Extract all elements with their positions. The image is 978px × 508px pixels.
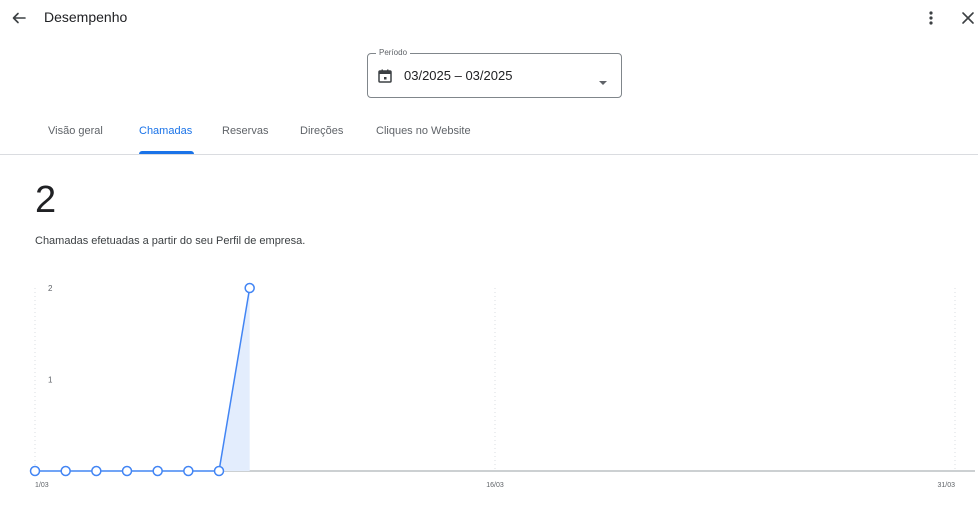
data-point [152, 465, 163, 477]
y-tick-label: 1 [48, 376, 53, 385]
top-bar: Desempenho [0, 0, 978, 36]
data-point [60, 465, 71, 477]
page-title: Desempenho [44, 9, 128, 25]
data-point [244, 282, 255, 294]
tab-calls[interactable]: Chamadas [139, 125, 192, 137]
period-value: 03/2025 – 03/2025 [404, 68, 513, 83]
y-tick-label: 2 [48, 284, 53, 293]
period-label: Período [376, 48, 411, 58]
close-icon[interactable] [958, 8, 978, 28]
metric-value: 2 [35, 179, 57, 221]
tab-bar: Visão geral Chamadas Reservas Direções C… [0, 118, 978, 155]
calendar-icon [377, 68, 393, 84]
calls-line-chart: 1 2 1/03 16/03 31/03 [29, 282, 975, 489]
more-vert-icon[interactable] [922, 7, 940, 29]
tab-bookings[interactable]: Reservas [222, 125, 268, 137]
dropdown-arrow-icon [598, 73, 608, 85]
tab-overview[interactable]: Visão geral [48, 125, 103, 137]
data-point [213, 465, 225, 477]
active-tab-indicator [139, 151, 194, 154]
tab-directions[interactable]: Direções [300, 125, 343, 137]
x-tick-label: 16/03 [486, 482, 504, 489]
arrow-back-icon[interactable] [8, 7, 30, 29]
data-point [121, 465, 133, 477]
data-point [29, 465, 41, 477]
series-line [35, 287, 251, 472]
data-point [91, 465, 102, 477]
period-select[interactable]: Período 03/2025 – 03/2025 [367, 48, 622, 98]
metric-description: Chamadas efetuadas a partir do seu Perfi… [35, 235, 306, 247]
x-tick-label: 31/03 [937, 482, 955, 489]
x-tick-label: 1/03 [35, 482, 49, 489]
data-point [183, 465, 194, 477]
tab-website-clicks[interactable]: Cliques no Website [376, 125, 471, 137]
